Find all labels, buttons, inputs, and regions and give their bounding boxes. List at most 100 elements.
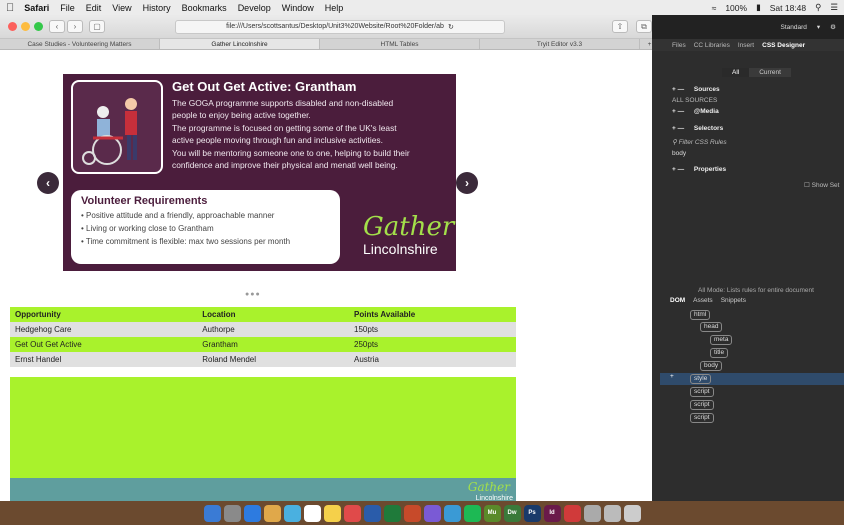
tab-tryit-editor[interactable]: Tryit Editor v3.3 — [480, 39, 640, 49]
safari-icon[interactable] — [243, 504, 261, 522]
css-mode-toggle: All Current — [722, 68, 791, 77]
slide-line: The programme is focused on getting some… — [172, 122, 397, 133]
workspace-chevron-icon[interactable]: ▾ — [817, 23, 820, 31]
battery-percent[interactable]: 100% — [725, 3, 747, 13]
address-bar[interactable]: file:///Users/scottsantus/Desktop/Unit3%… — [175, 19, 505, 34]
media-section[interactable]: + — @Media — [672, 108, 719, 115]
share-icon[interactable]: ⇧ — [612, 20, 628, 33]
dom-node-meta[interactable]: meta — [710, 335, 733, 345]
add-media-icon[interactable]: + — — [672, 108, 684, 115]
add-source-icon[interactable]: + — — [672, 86, 684, 93]
indesign-icon[interactable]: Id — [543, 504, 561, 522]
tab-gather-lincolnshire[interactable]: Gather Lincolnshire — [160, 39, 320, 49]
panel-tab-snippets[interactable]: Snippets — [721, 297, 746, 304]
powerpoint-icon[interactable] — [403, 504, 421, 522]
properties-section[interactable]: + — Properties — [672, 166, 726, 173]
panel-tab-css-designer[interactable]: CSS Designer — [762, 42, 805, 49]
tabs-overview-icon[interactable]: ⧉ — [636, 20, 652, 33]
menu-edit[interactable]: Edit — [86, 3, 102, 13]
table-cell: 150pts — [349, 322, 516, 337]
trash-icon[interactable] — [623, 504, 641, 522]
sidebar-icon[interactable]: ▢ — [89, 20, 105, 33]
close-window-icon[interactable] — [8, 22, 17, 31]
excel-icon[interactable] — [383, 504, 401, 522]
zoom-window-icon[interactable] — [34, 22, 43, 31]
apple-menu-icon[interactable]:  — [6, 2, 14, 14]
mode-all-button[interactable]: All — [722, 68, 750, 77]
photoshop-icon[interactable]: Ps — [523, 504, 541, 522]
carousel-prev-button[interactable]: ‹ — [37, 172, 59, 194]
dom-node-script[interactable]: script — [690, 387, 714, 397]
back-icon[interactable]: ‹ — [49, 20, 65, 33]
menu-app-name[interactable]: Safari — [24, 3, 49, 13]
all-sources-item[interactable]: ALL SOURCES — [672, 97, 717, 104]
dom-node-script[interactable]: script — [690, 400, 714, 410]
messages-icon[interactable] — [283, 504, 301, 522]
muse-icon[interactable]: Mu — [483, 504, 501, 522]
spotify-icon[interactable] — [463, 504, 481, 522]
forward-icon[interactable]: › — [67, 20, 83, 33]
app-store-icon[interactable] — [443, 504, 461, 522]
menu-help[interactable]: Help — [325, 3, 344, 13]
show-set-checkbox[interactable]: ☐ Show Set — [804, 181, 839, 189]
workspace-switcher[interactable]: Standard — [781, 24, 807, 31]
dom-node-title[interactable]: title — [710, 348, 729, 358]
slide-line: The GOGA programme supports disabled and… — [172, 98, 394, 108]
wifi-icon[interactable]: ≈ — [712, 3, 717, 13]
panel-tab-insert[interactable]: Insert — [738, 42, 754, 49]
notification-center-icon[interactable]: ☰ — [830, 2, 838, 13]
notes-icon[interactable] — [323, 504, 341, 522]
properties-label: Properties — [693, 166, 727, 173]
add-selector-icon[interactable]: + — — [672, 125, 684, 132]
menu-window[interactable]: Window — [282, 3, 314, 13]
panel-tab-assets[interactable]: Assets — [693, 297, 713, 304]
selectors-section[interactable]: + — Selectors — [672, 125, 723, 132]
menu-file[interactable]: File — [60, 3, 75, 13]
menu-view[interactable]: View — [112, 3, 131, 13]
itunes-icon[interactable] — [423, 504, 441, 522]
calendar-icon[interactable] — [303, 504, 321, 522]
carousel-next-button[interactable]: › — [456, 172, 478, 194]
menu-bookmarks[interactable]: Bookmarks — [182, 3, 227, 13]
acrobat-icon[interactable] — [563, 504, 581, 522]
minimize-window-icon[interactable] — [21, 22, 30, 31]
dom-node-html[interactable]: html — [690, 310, 711, 320]
add-property-icon[interactable]: + — — [672, 166, 684, 173]
dom-node-script[interactable]: script — [690, 413, 714, 423]
tab-html-tables[interactable]: HTML Tables — [320, 39, 480, 49]
documents-stack-icon[interactable] — [583, 504, 601, 522]
dom-node-body[interactable]: body — [700, 361, 723, 371]
mail-icon[interactable] — [263, 504, 281, 522]
dom-node-style[interactable]: style — [690, 374, 712, 384]
selected-node-row[interactable] — [660, 373, 844, 385]
tab-case-studies[interactable]: Case Studies - Volunteering Matters — [0, 39, 160, 49]
menu-history[interactable]: History — [143, 3, 171, 13]
slide-line: people to enjoy being active together. — [172, 110, 311, 121]
settings-gear-icon[interactable]: ⚙ — [830, 23, 836, 31]
menu-develop[interactable]: Develop — [238, 3, 271, 13]
panel-tab-files[interactable]: Files — [672, 42, 686, 49]
spotlight-icon[interactable]: ⚲ — [815, 2, 821, 13]
photos-icon[interactable] — [343, 504, 361, 522]
dreamweaver-icon[interactable]: Dw — [503, 504, 521, 522]
panel-tab-dom[interactable]: DOM — [670, 297, 685, 304]
carousel-indicators[interactable]: ●●● — [245, 291, 261, 298]
slide-line: You will be mentoring someone one to one… — [172, 147, 410, 158]
sources-section[interactable]: + — Sources — [672, 86, 720, 93]
launchpad-icon[interactable] — [223, 504, 241, 522]
macos-menubar:  Safari File Edit View History Bookmark… — [0, 0, 844, 15]
mode-current-button[interactable]: Current — [749, 68, 791, 77]
dom-node-head[interactable]: head — [700, 322, 723, 332]
word-icon[interactable] — [363, 504, 381, 522]
selector-body[interactable]: body — [672, 150, 686, 157]
downloads-stack-icon[interactable] — [603, 504, 621, 522]
add-element-icon[interactable]: + — [670, 373, 674, 380]
panel-tab-cc-libraries[interactable]: CC Libraries — [694, 42, 730, 49]
finder-icon[interactable] — [203, 504, 221, 522]
table-row: Get Out Get Active Grantham 250pts — [10, 337, 516, 352]
filter-css-input[interactable]: ⚲ Filter CSS Rules — [672, 138, 727, 146]
reload-icon[interactable]: ↻ — [448, 23, 454, 31]
battery-icon[interactable]: ▮ — [756, 2, 761, 13]
slide-description: The GOGA programme supports disabled and… — [172, 97, 454, 171]
clock[interactable]: Sat 18:48 — [770, 3, 806, 13]
